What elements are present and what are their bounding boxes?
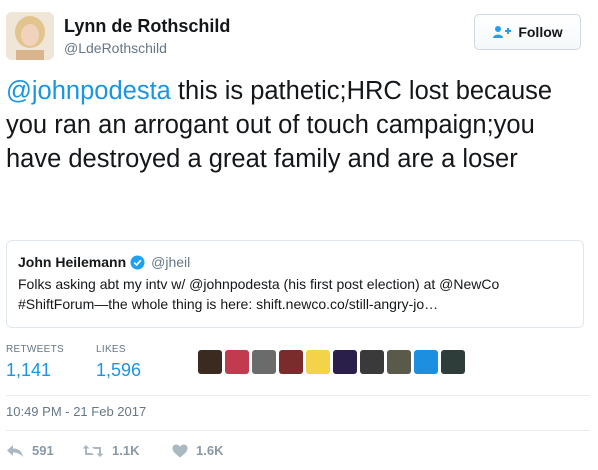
like-count: 1.6K bbox=[196, 443, 224, 458]
divider bbox=[6, 395, 590, 396]
follow-user-icon bbox=[493, 26, 512, 38]
tweet-actions: 591 1.1K 1.6K bbox=[6, 443, 252, 458]
liker-avatar[interactable] bbox=[360, 350, 384, 374]
liker-avatars bbox=[198, 350, 465, 374]
verified-badge-icon bbox=[130, 254, 145, 270]
retweet-count: 1.1K bbox=[112, 443, 140, 458]
tweet-header: Lynn de Rothschild @LdeRothschild Follow bbox=[6, 10, 592, 66]
liker-avatar[interactable] bbox=[198, 350, 222, 374]
liker-avatar[interactable] bbox=[414, 350, 438, 374]
likes-count: 1,596 bbox=[96, 360, 142, 380]
likes-stat[interactable]: LIKES 1,596 bbox=[96, 344, 141, 381]
quoted-tweet-text: Folks asking abt my intv w/ @johnpodesta… bbox=[18, 276, 500, 312]
tweet-timestamp[interactable]: 10:49 PM - 21 Feb 2017 bbox=[6, 404, 146, 419]
quoted-tweet[interactable]: John Heilemann @jheil Folks asking abt m… bbox=[6, 240, 584, 328]
reply-icon bbox=[7, 444, 23, 457]
liker-avatar[interactable] bbox=[279, 350, 303, 374]
reply-action[interactable]: 591 bbox=[6, 443, 82, 458]
liker-avatar[interactable] bbox=[252, 350, 276, 374]
follow-button[interactable]: Follow bbox=[474, 14, 581, 50]
liker-avatar[interactable] bbox=[387, 350, 411, 374]
like-action[interactable]: 1.6K bbox=[172, 443, 252, 458]
liker-avatar[interactable] bbox=[306, 350, 330, 374]
divider bbox=[6, 430, 590, 431]
retweets-label: RETWEETS bbox=[6, 344, 64, 355]
likes-label: LIKES bbox=[96, 344, 126, 355]
avatar[interactable] bbox=[6, 12, 54, 60]
tweet-text: @johnpodesta this is pathetic;HRC lost b… bbox=[6, 74, 590, 176]
reply-count: 591 bbox=[32, 443, 54, 458]
quoted-tweet-header: John Heilemann @jheil bbox=[18, 254, 572, 270]
liker-avatar[interactable] bbox=[225, 350, 249, 374]
quoted-user-handle: @jheil bbox=[151, 254, 191, 270]
retweet-action[interactable]: 1.1K bbox=[82, 443, 172, 458]
mention-link[interactable]: @johnpodesta bbox=[6, 77, 171, 105]
retweets-count: 1,141 bbox=[6, 360, 52, 380]
liker-avatar[interactable] bbox=[441, 350, 465, 374]
liker-avatar[interactable] bbox=[333, 350, 357, 374]
retweet-icon bbox=[82, 444, 104, 457]
heart-icon bbox=[172, 444, 188, 457]
user-handle[interactable]: @LdeRothschild bbox=[64, 40, 167, 56]
quoted-user-name: John Heilemann bbox=[18, 254, 127, 270]
follow-label: Follow bbox=[518, 24, 563, 40]
retweets-stat[interactable]: RETWEETS 1,141 bbox=[6, 344, 64, 381]
user-name[interactable]: Lynn de Rothschild bbox=[64, 16, 230, 37]
